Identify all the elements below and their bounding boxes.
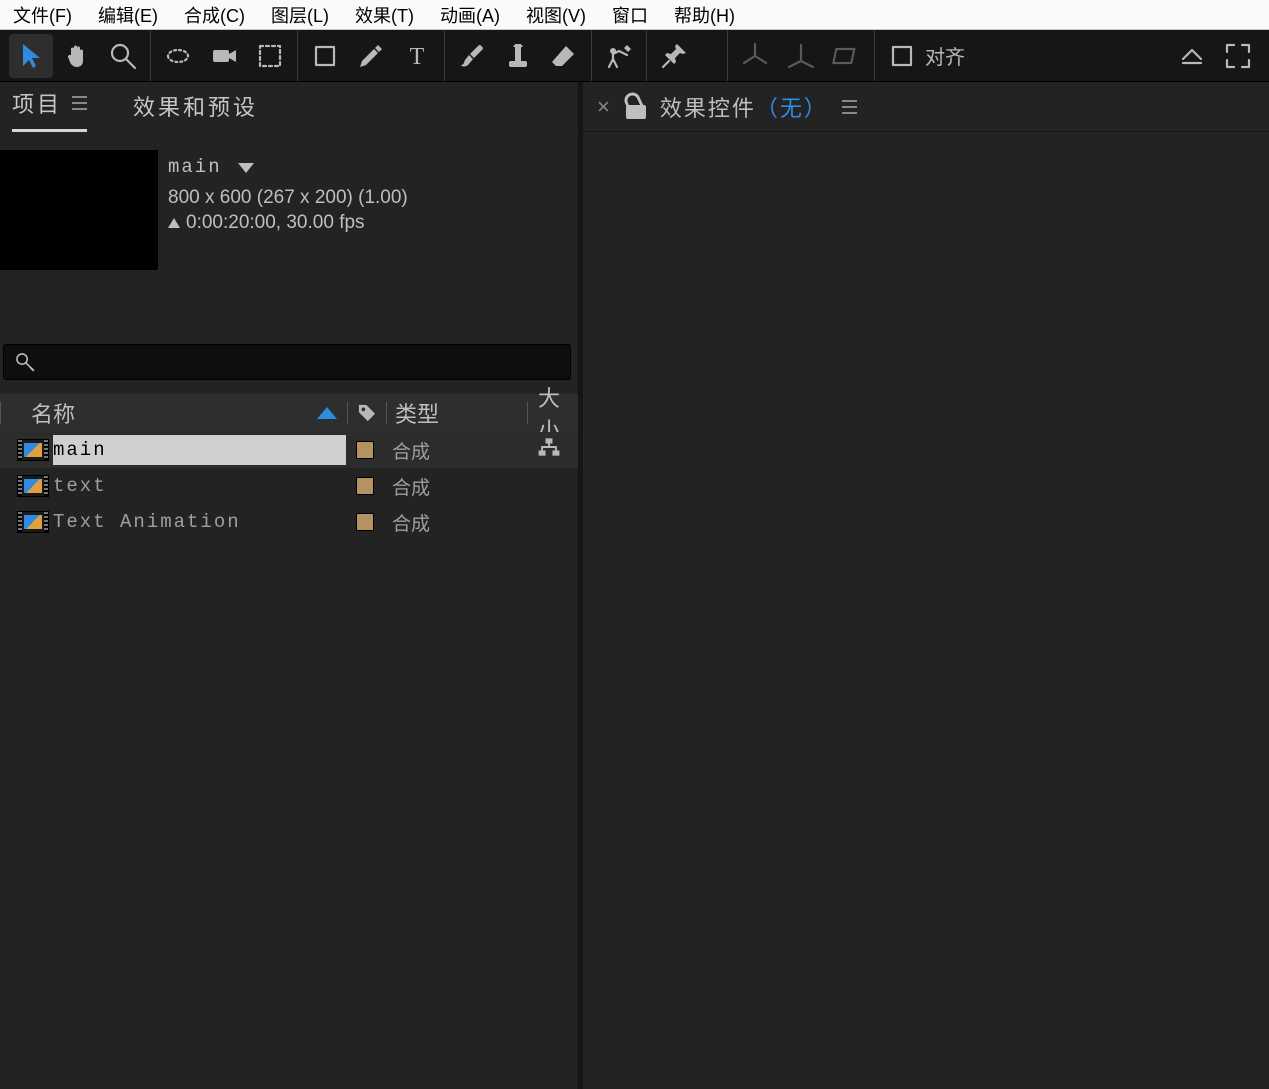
comp-duration-fps: 0:00:20:00, 30.00 fps bbox=[168, 210, 408, 236]
label-swatch[interactable] bbox=[356, 477, 374, 495]
pen-tool[interactable] bbox=[349, 34, 393, 78]
3d-view-axis[interactable] bbox=[825, 34, 869, 78]
row-type: 合成 bbox=[384, 509, 524, 536]
brush-tool[interactable] bbox=[450, 34, 494, 78]
project-row[interactable]: main 合成 bbox=[0, 432, 578, 468]
menu-anim[interactable]: 动画(A) bbox=[427, 0, 513, 32]
menu-comp[interactable]: 合成(C) bbox=[171, 0, 258, 32]
pin-tool[interactable] bbox=[652, 34, 696, 78]
align-label[interactable]: 对齐 bbox=[925, 41, 965, 70]
column-type[interactable]: 类型 bbox=[387, 397, 527, 429]
composition-icon bbox=[17, 439, 49, 461]
row-name: Text Animation bbox=[53, 511, 241, 533]
composition-icon bbox=[17, 511, 49, 533]
menu-layer[interactable]: 图层(L) bbox=[258, 0, 342, 32]
project-panel: 项目 效果和预设 main 800 x 600 (267 x 200) (1.0… bbox=[0, 82, 583, 1089]
hand-tool[interactable] bbox=[55, 34, 99, 78]
menu-effect[interactable]: 效果(T) bbox=[342, 0, 427, 32]
label-swatch[interactable] bbox=[356, 441, 374, 459]
row-name: main bbox=[53, 439, 107, 461]
search-icon bbox=[14, 351, 36, 373]
menu-help[interactable]: 帮助(H) bbox=[661, 0, 748, 32]
menu-view[interactable]: 视图(V) bbox=[513, 0, 599, 32]
label-swatch[interactable] bbox=[356, 513, 374, 531]
orbit-tool[interactable] bbox=[156, 34, 200, 78]
menu-bar: 文件(F) 编辑(E) 合成(C) 图层(L) 效果(T) 动画(A) 视图(V… bbox=[0, 0, 1269, 30]
comp-name-dropdown[interactable]: main bbox=[168, 155, 408, 181]
flowchart-icon[interactable] bbox=[536, 436, 562, 464]
comp-dimensions: 800 x 600 (267 x 200) (1.00) bbox=[168, 185, 408, 211]
svg-text:T: T bbox=[410, 44, 425, 70]
clone-stamp-tool[interactable] bbox=[496, 34, 540, 78]
panel-menu-icon[interactable] bbox=[842, 100, 857, 114]
menu-window[interactable]: 窗口 bbox=[599, 0, 661, 32]
eraser-tool[interactable] bbox=[542, 34, 586, 78]
menu-file[interactable]: 文件(F) bbox=[0, 0, 85, 32]
column-label[interactable] bbox=[348, 402, 386, 424]
row-name: text bbox=[53, 475, 107, 497]
tab-effects-presets-label: 效果和预设 bbox=[133, 90, 258, 122]
3d-world-axis[interactable] bbox=[779, 34, 823, 78]
composition-icon bbox=[17, 475, 49, 497]
lock-icon[interactable] bbox=[626, 95, 646, 119]
camera-tool[interactable] bbox=[202, 34, 246, 78]
panel-menu-icon[interactable] bbox=[72, 96, 87, 110]
comp-name: main bbox=[168, 155, 222, 181]
project-row[interactable]: Text Animation 合成 bbox=[0, 504, 578, 540]
row-type: 合成 bbox=[384, 437, 524, 464]
rotobrush-tool[interactable] bbox=[597, 34, 641, 78]
effect-controls-panel: × 效果控件 （无） bbox=[583, 82, 1269, 1089]
close-tab-icon[interactable]: × bbox=[597, 94, 612, 120]
menu-edit[interactable]: 编辑(E) bbox=[85, 0, 171, 32]
row-type: 合成 bbox=[384, 473, 524, 500]
project-search[interactable] bbox=[3, 344, 571, 380]
selection-tool[interactable] bbox=[9, 34, 53, 78]
column-name[interactable]: 名称 bbox=[1, 397, 347, 429]
tab-effects-presets[interactable]: 效果和预设 bbox=[133, 90, 258, 132]
project-list: main 合成 text 合成 Text Animation 合成 bbox=[0, 432, 578, 1089]
chevron-down-icon bbox=[238, 163, 254, 173]
toolbar: T 对齐 bbox=[0, 30, 1269, 82]
tab-project-label: 项目 bbox=[12, 87, 62, 119]
text-tool[interactable]: T bbox=[395, 34, 439, 78]
tab-project[interactable]: 项目 bbox=[12, 87, 87, 132]
maximize-icon[interactable] bbox=[1216, 34, 1260, 78]
track-tool[interactable] bbox=[248, 34, 292, 78]
collapse-icon[interactable] bbox=[1170, 34, 1214, 78]
comp-thumbnail[interactable] bbox=[0, 150, 158, 270]
tab-effect-controls-label: 效果控件 bbox=[660, 91, 756, 123]
tag-icon bbox=[356, 402, 378, 424]
sort-asc-icon bbox=[317, 407, 337, 419]
triangle-icon bbox=[168, 218, 180, 228]
project-list-header: 名称 类型 大小 bbox=[0, 394, 578, 432]
3d-local-axis[interactable] bbox=[733, 34, 777, 78]
project-row[interactable]: text 合成 bbox=[0, 468, 578, 504]
effect-controls-none: （无） bbox=[756, 91, 828, 123]
snap-toggle[interactable] bbox=[880, 34, 924, 78]
zoom-tool[interactable] bbox=[101, 34, 145, 78]
shape-tool[interactable] bbox=[303, 34, 347, 78]
